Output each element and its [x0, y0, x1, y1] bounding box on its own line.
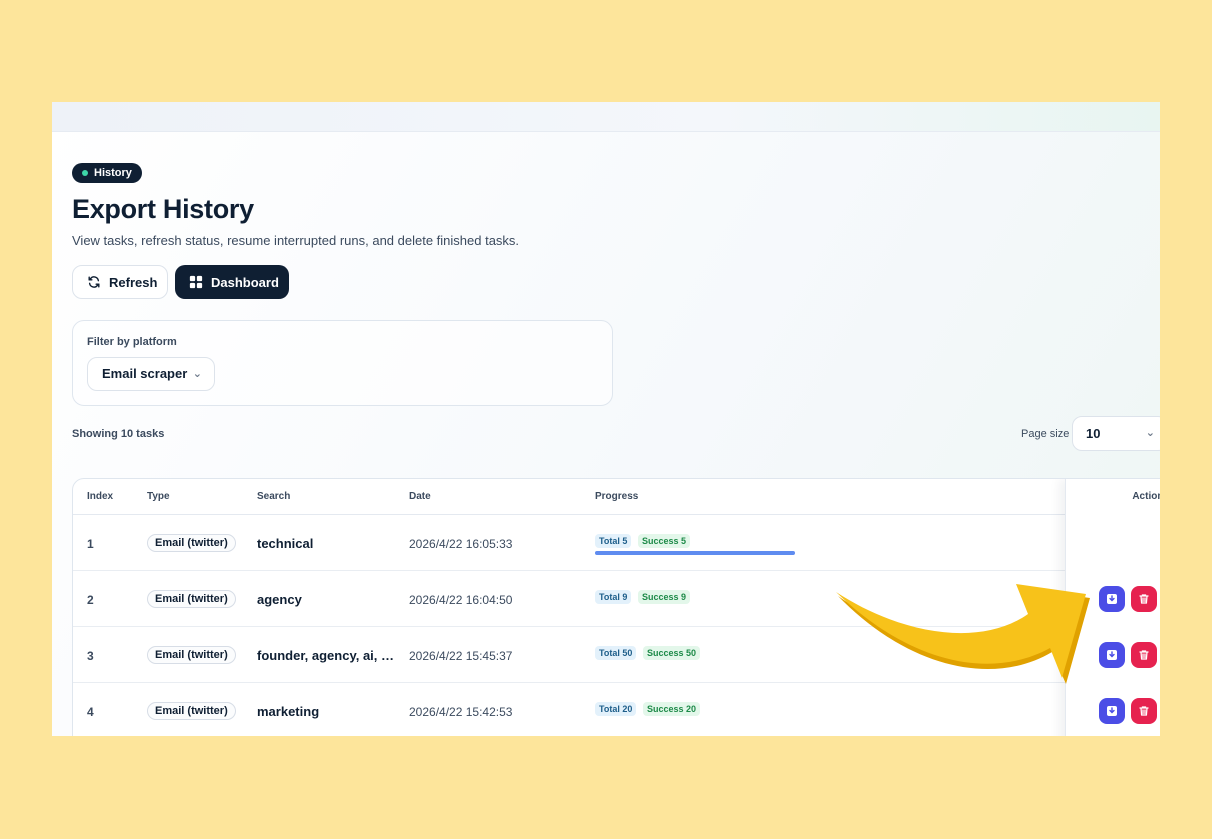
type-badge: Email (twitter)	[147, 646, 236, 664]
page-subtitle: View tasks, refresh status, resume inter…	[72, 233, 520, 248]
chevron-down-icon: ⌄	[192, 368, 202, 380]
row-index: 3	[87, 649, 94, 663]
delete-button[interactable]	[1131, 642, 1157, 668]
download-icon	[1107, 706, 1117, 716]
row-search: agency	[257, 592, 302, 607]
row-search: marketing	[257, 704, 320, 719]
refresh-button-label: Refresh	[109, 274, 158, 290]
arrow-icon	[836, 584, 1090, 684]
row-date: 2026/4/22 15:45:37	[409, 649, 513, 663]
table-header: Index Type Search Date Progress	[73, 479, 1160, 515]
progress-bar	[595, 551, 795, 555]
filter-card: Filter by platform Email scraper ⌄	[72, 320, 613, 406]
row-date: 2026/4/22 16:05:33	[409, 537, 513, 551]
type-badge: Email (twitter)	[147, 590, 236, 608]
row-index: 2	[87, 593, 94, 607]
history-badge-label: History	[94, 167, 132, 179]
dashboard-button-label: Dashboard	[211, 274, 279, 290]
type-badge: Email (twitter)	[147, 702, 236, 720]
success-badge: Success 5	[638, 534, 691, 548]
total-badge: Total 20	[595, 702, 637, 716]
history-badge: History	[72, 163, 142, 183]
download-icon	[1107, 594, 1117, 604]
header-type: Type	[147, 491, 170, 502]
row-search: technical	[257, 536, 314, 551]
delete-button[interactable]	[1131, 586, 1157, 612]
header-progress: Progress	[595, 491, 639, 502]
refresh-button[interactable]: Refresh	[72, 265, 168, 299]
download-button[interactable]	[1099, 642, 1125, 668]
success-badge: Success 9	[638, 590, 691, 604]
success-badge: Success 50	[643, 646, 701, 660]
page-size-value: 10	[1086, 426, 1101, 441]
trash-icon	[1139, 594, 1149, 604]
refresh-icon	[88, 276, 100, 288]
row-index: 4	[87, 705, 94, 719]
type-badge: Email (twitter)	[147, 534, 236, 552]
progress-fill	[595, 551, 795, 555]
row-search: founder, agency, ai, cr…	[257, 648, 399, 663]
header-search: Search	[257, 491, 291, 502]
filter-label: Filter by platform	[87, 336, 177, 348]
header-actions: Actions	[1132, 491, 1160, 502]
dashboard-button[interactable]: Dashboard	[175, 265, 289, 299]
grid-icon	[189, 275, 203, 289]
header-index: Index	[87, 491, 114, 502]
platform-select[interactable]: Email scraper ⌄	[87, 357, 215, 391]
page-size-select[interactable]: 10 ⌄	[1072, 416, 1160, 451]
download-icon	[1107, 650, 1117, 660]
row-date: 2026/4/22 16:04:50	[409, 593, 513, 607]
download-button[interactable]	[1099, 698, 1125, 724]
row-date: 2026/4/22 15:42:53	[409, 705, 513, 719]
trash-icon	[1139, 706, 1149, 716]
success-badge: Success 20	[643, 702, 701, 716]
page-title: Export History	[72, 194, 254, 224]
status-dot-icon	[82, 170, 88, 176]
chevron-down-icon: ⌄	[1145, 427, 1155, 439]
total-badge: Total 50	[595, 646, 637, 660]
header-date: Date	[409, 491, 431, 502]
total-badge: Total 5	[595, 534, 632, 548]
table-row[interactable]: 1 Email (twitter) technical 2026/4/22 16…	[73, 515, 1160, 571]
total-badge: Total 9	[595, 590, 632, 604]
page-size-label: Page size	[1021, 428, 1070, 440]
table-row[interactable]: 4 Email (twitter) marketing 2026/4/22 15…	[73, 683, 1160, 736]
top-strip	[52, 102, 1160, 132]
delete-button[interactable]	[1131, 698, 1157, 724]
trash-icon	[1139, 650, 1149, 660]
task-count: Showing 10 tasks	[72, 428, 165, 440]
download-button[interactable]	[1099, 586, 1125, 612]
row-index: 1	[87, 537, 94, 551]
platform-select-value: Email scraper	[102, 366, 188, 381]
